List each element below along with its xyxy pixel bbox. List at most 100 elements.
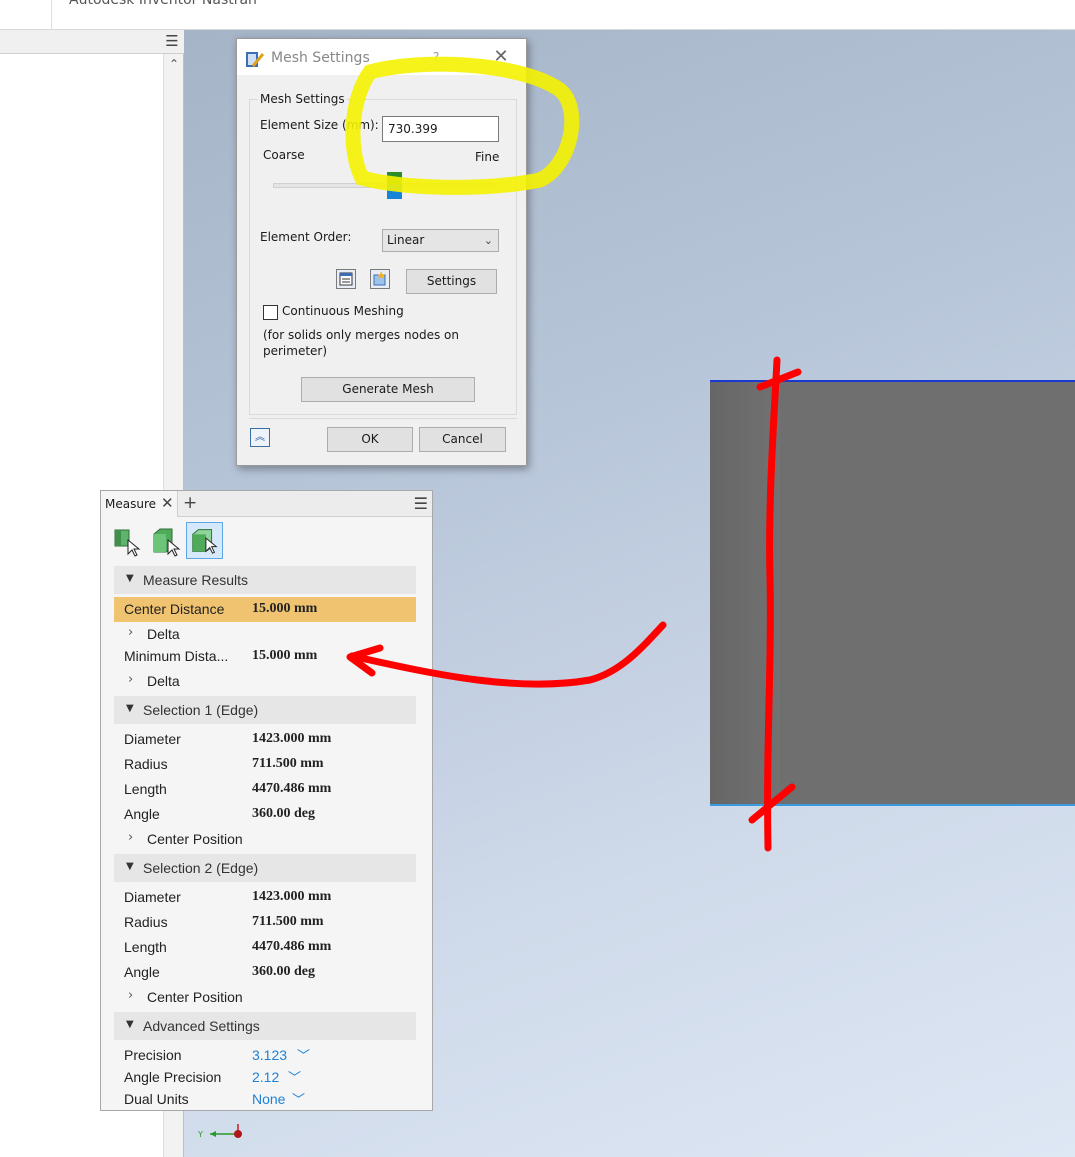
collapse-chevron-icon[interactable]: ︽ [250, 428, 270, 447]
mesh-size-slider-thumb[interactable] [387, 172, 402, 199]
diameter-row: Diameter 1423.000 mm [114, 727, 416, 752]
row-value: 711.500 mm [252, 914, 324, 929]
section-measure-results[interactable]: ▼ Measure Results [114, 566, 416, 594]
chevron-down-icon[interactable]: ﹀ [297, 1045, 310, 1064]
measure-tab-bar: Measure ✕ + ☰ [101, 491, 432, 517]
meshing-note-line-2: perimeter) [263, 344, 328, 358]
browser-header: ☰ [0, 30, 184, 54]
tab-measure[interactable]: Measure ✕ [101, 491, 178, 517]
model-part-face[interactable] [710, 380, 1075, 806]
length-row: Length 4470.486 mm [114, 935, 416, 960]
measure-body-tool-icon[interactable] [186, 522, 223, 559]
chevron-right-icon: › [128, 672, 134, 687]
quick-access-area [0, 0, 52, 30]
measure-point-tool-icon[interactable] [110, 522, 147, 559]
precision-dropdown[interactable]: 3.123 [252, 1047, 287, 1063]
svg-text:Y: Y [197, 1130, 203, 1139]
length-row: Length 4470.486 mm [114, 777, 416, 802]
close-icon[interactable]: ✕ [489, 45, 513, 69]
chevron-right-icon: › [128, 830, 134, 845]
row-label: Length [124, 939, 167, 955]
chevron-down-icon[interactable]: ﹀ [288, 1067, 301, 1086]
cancel-button[interactable]: Cancel [419, 427, 506, 452]
section-selection-1[interactable]: ▼ Selection 1 (Edge) [114, 696, 416, 724]
section-title: Selection 2 (Edge) [143, 860, 259, 876]
center-position-expander[interactable]: › Center Position [114, 985, 416, 1008]
diameter-row: Diameter 1423.000 mm [114, 885, 416, 910]
mesh-size-slider-track[interactable] [273, 183, 495, 188]
group-label: Mesh Settings [258, 92, 347, 106]
collapse-triangle-icon: ▼ [126, 573, 134, 584]
app-title: Autodesk Inventor Nastran [69, 0, 257, 8]
chevron-right-icon: › [128, 625, 134, 640]
center-position-label: Center Position [147, 989, 243, 1005]
row-label: Precision [124, 1047, 182, 1063]
angle-row: Angle 360.00 deg [114, 802, 416, 827]
mesh-preview-icon[interactable] [370, 269, 390, 289]
section-advanced-settings[interactable]: ▼ Advanced Settings [114, 1012, 416, 1040]
delta-label: Delta [147, 673, 180, 689]
mesh-settings-group [249, 99, 517, 415]
ok-button[interactable]: OK [327, 427, 413, 452]
element-order-select[interactable]: Linear ⌄ [382, 229, 499, 252]
view-triad-icon: Y [197, 1124, 242, 1139]
row-label: Center Distance [124, 601, 225, 617]
continuous-meshing-label: Continuous Meshing [282, 304, 404, 318]
row-value: 1423.000 mm [252, 731, 332, 746]
chevron-down-icon[interactable]: ﹀ [292, 1089, 305, 1108]
delta-label: Delta [147, 626, 180, 642]
row-value: 15.000 mm [252, 648, 318, 663]
row-value: 1423.000 mm [252, 889, 332, 904]
hamburger-icon[interactable]: ☰ [164, 34, 180, 50]
dialog-title: Mesh Settings [271, 50, 370, 66]
hamburger-icon[interactable]: ☰ [414, 494, 428, 513]
section-title: Selection 1 (Edge) [143, 702, 259, 718]
generate-mesh-button[interactable]: Generate Mesh [301, 377, 475, 402]
row-label: Angle [124, 806, 160, 822]
dialog-title-bar: Mesh Settings ? ✕ [237, 39, 526, 75]
tab-measure-label: Measure [105, 497, 156, 511]
mesh-table-icon[interactable] [336, 269, 356, 289]
row-label: Dual Units [124, 1091, 189, 1107]
center-distance-row[interactable]: Center Distance 15.000 mm [114, 597, 416, 622]
center-position-expander[interactable]: › Center Position [114, 827, 416, 850]
row-value: 360.00 deg [252, 806, 315, 821]
delta-expander[interactable]: › Delta [114, 669, 416, 692]
collapse-triangle-icon: ▼ [126, 861, 134, 872]
chevron-down-icon: ⌄ [483, 234, 493, 247]
angle-row: Angle 360.00 deg [114, 960, 416, 985]
radius-row: Radius 711.500 mm [114, 910, 416, 935]
measure-panel: Measure ✕ + ☰ ▼ Measure Results Center D… [100, 490, 433, 1111]
dialog-divider [249, 418, 517, 419]
minimum-distance-row[interactable]: Minimum Dista... 15.000 mm [114, 644, 416, 669]
section-title: Advanced Settings [143, 1018, 260, 1034]
element-size-input[interactable]: 730.399 [382, 116, 499, 142]
chevron-right-icon: › [128, 988, 134, 1003]
radius-row: Radius 711.500 mm [114, 752, 416, 777]
row-value: 4470.486 mm [252, 781, 332, 796]
row-label: Radius [124, 914, 168, 930]
row-value: 360.00 deg [252, 964, 315, 979]
collapse-triangle-icon: ▼ [126, 1019, 134, 1030]
mesh-settings-dialog: Mesh Settings ? ✕ Mesh Settings Element … [236, 38, 527, 466]
settings-button[interactable]: Settings [406, 269, 497, 294]
element-order-value: Linear [387, 233, 425, 247]
continuous-meshing-checkbox[interactable] [263, 305, 278, 320]
close-icon[interactable]: ✕ [161, 494, 174, 512]
section-title: Measure Results [143, 572, 249, 588]
delta-expander[interactable]: › Delta [114, 622, 416, 645]
dual-units-dropdown[interactable]: None [252, 1091, 285, 1107]
center-position-label: Center Position [147, 831, 243, 847]
angle-precision-dropdown[interactable]: 2.12 [252, 1069, 279, 1085]
add-tab-icon[interactable]: + [183, 493, 197, 513]
help-button[interactable]: ? [433, 50, 439, 64]
row-value: 15.000 mm [252, 601, 318, 616]
row-label: Angle Precision [124, 1069, 222, 1085]
section-selection-2[interactable]: ▼ Selection 2 (Edge) [114, 854, 416, 882]
collapse-triangle-icon: ▼ [126, 703, 134, 714]
dual-units-row: Dual Units None ﹀ [114, 1087, 416, 1112]
app-title-bar: Autodesk Inventor Nastran [0, 0, 1075, 30]
measure-face-tool-icon[interactable] [148, 522, 185, 559]
row-label: Diameter [124, 731, 181, 747]
chevron-up-icon[interactable]: ⌃ [164, 54, 184, 74]
